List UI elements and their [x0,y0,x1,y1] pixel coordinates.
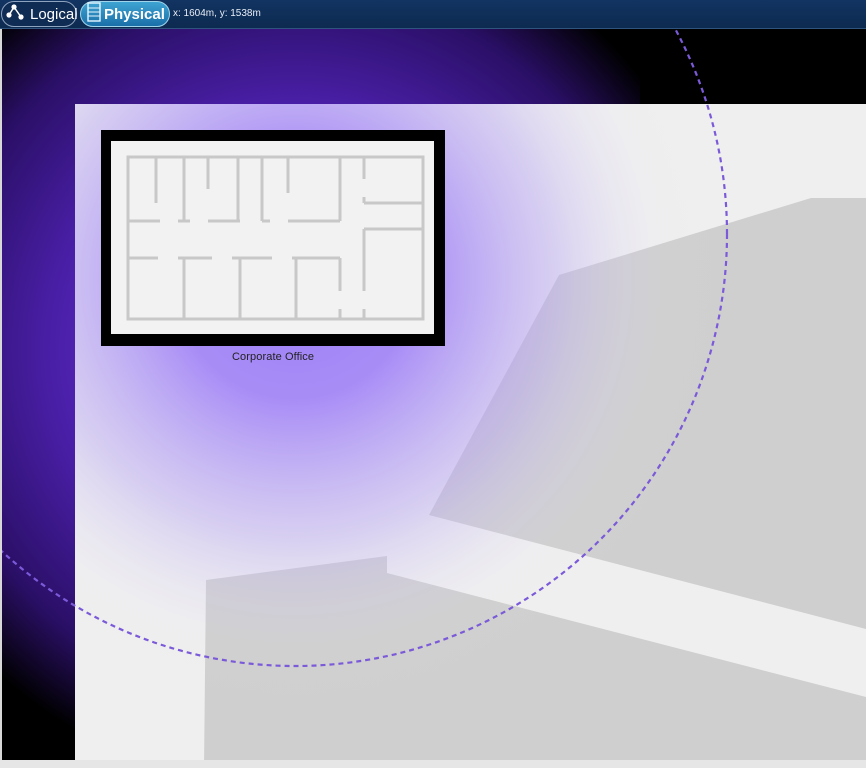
tab-physical[interactable]: Physical [80,1,170,27]
coordinate-readout: x: 1604m, y: 1538m [173,8,261,19]
network-nodes-icon [5,3,27,25]
bottom-scroll-strip [0,760,866,768]
view-toolbar: Logical Physical x: 1604m, y: 1538m [0,0,866,29]
tab-logical-label: Logical [30,5,78,23]
outer-dark-area [640,29,866,104]
floorplan-thumbnail[interactable] [101,130,445,346]
tab-logical[interactable]: Logical [1,1,78,27]
building-icon [87,2,101,26]
physical-map-canvas[interactable] [0,29,866,768]
map-svg [0,29,866,768]
site-label[interactable]: Corporate Office [232,351,314,363]
tab-physical-label: Physical [104,5,165,23]
canvas-left-edge [0,29,2,768]
